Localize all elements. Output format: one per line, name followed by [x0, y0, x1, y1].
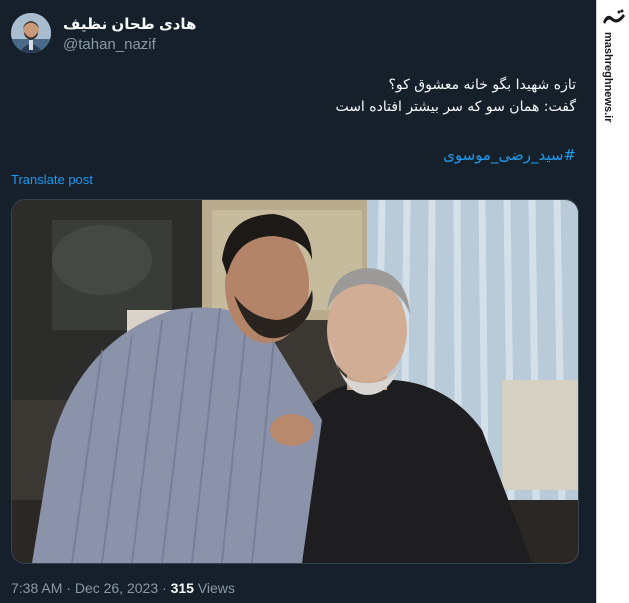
tweet-time[interactable]: 7:38 AM	[11, 580, 62, 596]
photo-image	[12, 200, 578, 563]
tweet-photo[interactable]	[11, 199, 579, 564]
tweet-date[interactable]: Dec 26, 2023	[75, 580, 158, 596]
meta-separator: ·	[162, 580, 167, 596]
avatar-portrait-image	[11, 13, 51, 53]
hashtag-link[interactable]: #سید_رضی_موسوی	[443, 146, 576, 164]
tweet-text: تازه شهیدا بگو خانه معشوق کو؟ گفت: همان …	[36, 74, 576, 118]
site-logo-icon	[603, 9, 625, 24]
site-logo	[601, 8, 627, 28]
author-avatar[interactable]	[11, 13, 51, 53]
meta-separator: ·	[66, 580, 71, 596]
site-watermark-strip: mashreghnews.ir	[596, 0, 629, 603]
views-label: Views	[197, 580, 235, 596]
tweet-text-line: تازه شهیدا بگو خانه معشوق کو؟	[388, 77, 576, 93]
views-count: 315	[170, 580, 194, 596]
tweet-card: هادی طحان نظیف @tahan_nazif تازه شهیدا ب…	[0, 0, 596, 603]
author-display-name[interactable]: هادی طحان نظیف	[63, 15, 196, 33]
author-handle[interactable]: @tahan_nazif	[63, 36, 156, 53]
tweet-meta: 7:38 AM · Dec 26, 2023 · 315 Views	[11, 580, 235, 596]
site-watermark-text: mashreghnews.ir	[602, 32, 614, 123]
tweet-text-line: گفت: همان سو که سر بیشتر افتاده است	[335, 99, 576, 115]
translate-post-link[interactable]: Translate post	[11, 172, 93, 187]
